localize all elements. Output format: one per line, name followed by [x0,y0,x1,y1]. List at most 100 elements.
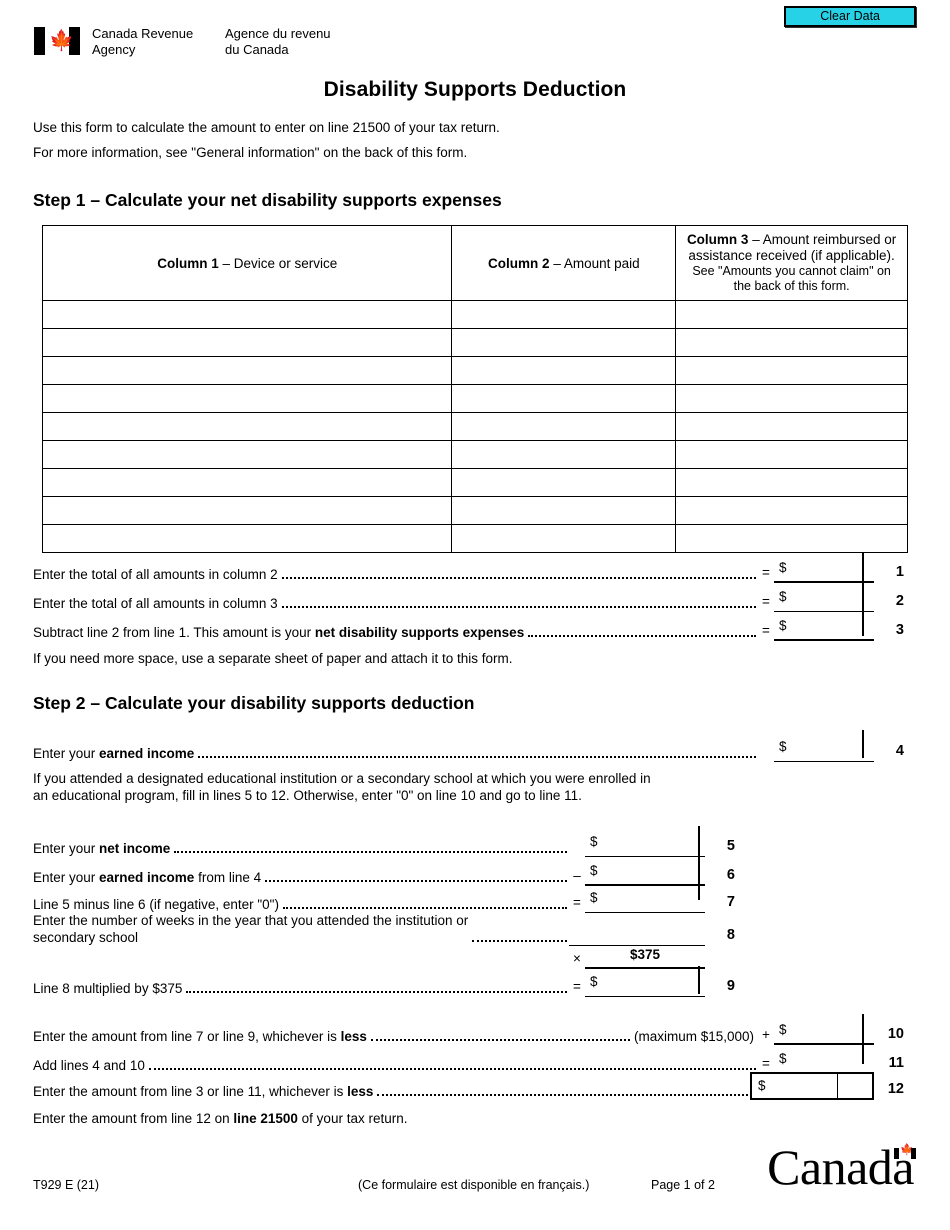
multiplier-value: $375 [629,947,661,962]
expense-cell-col1[interactable] [41,468,453,497]
expense-cell-col1[interactable] [41,356,453,385]
table-row [41,300,908,329]
page-indicator: Page 1 of 2 [651,1178,715,1192]
line-6-dollar-sign: $ [590,863,598,878]
expense-cell-col1[interactable] [41,328,453,357]
expense-cell-col2[interactable] [451,328,677,357]
canada-wordmark-text: Canada [767,1139,914,1195]
expense-cell-col3[interactable] [675,328,908,357]
line-7-number: 7 [726,894,735,910]
line-6-leader [265,880,567,882]
line-2-amount-field[interactable]: $ [774,588,874,612]
line-9-label: Line 8 multiplied by $375 [33,981,183,996]
expense-cell-col3[interactable] [675,440,908,469]
expense-cell-col3[interactable] [675,468,908,497]
table-header-row: Column 1 – Device or service Column 2 – … [41,225,908,301]
line-4-amount-field[interactable]: $ [774,738,874,762]
line-1-number: 1 [895,564,904,580]
line-10-leader [370,1039,630,1041]
line-1-dollar-sign: $ [779,560,787,575]
line-2-row: Enter the total of all amounts in column… [33,588,908,612]
line-9-number: 9 [726,978,735,994]
line-3-label: Subtract line 2 from line 1. This amount… [33,625,525,640]
line-3-dollar-sign: $ [779,618,787,633]
line-12-number: 12 [887,1081,904,1097]
expense-cell-col1[interactable] [41,440,453,469]
line-10-amount-field[interactable]: $ [774,1021,874,1045]
agency-name-fr-line1: Agence du revenu [225,26,331,41]
table-row [41,328,908,357]
expense-cell-col3[interactable] [675,356,908,385]
expense-cell-col1[interactable] [41,300,453,329]
clear-data-button[interactable]: Clear Data [784,6,916,27]
line-1-label: Enter the total of all amounts in column… [33,567,278,582]
line-12-label-bold: less [347,1084,374,1099]
column-3-note-label: See "Amounts you cannot claim" on the ba… [692,264,891,293]
line-7-amount-field[interactable]: $ [585,889,705,913]
line-4-leader [198,756,756,758]
expense-cell-col1[interactable] [41,524,453,553]
expense-cell-col3[interactable] [675,496,908,525]
agency-name-en: Canada Revenue Agency [92,26,225,57]
line-2-leader [281,606,756,608]
line-6-operator: – [573,868,581,883]
line-11-amount-field[interactable]: $ [774,1050,874,1074]
expense-cell-col2[interactable] [451,412,677,441]
line-8-weeks-field[interactable] [569,922,705,946]
more-space-note: If you need more space, use a separate s… [33,651,513,666]
line-5-label-bold: net income [99,841,171,856]
line-1-amount-field[interactable]: $ [774,559,874,583]
agency-name-fr: Agence du revenu du Canada [225,26,331,57]
line-10-row: Enter the amount from line 7 or line 9, … [33,1021,908,1045]
line-5-amount-field[interactable]: $ [585,833,705,857]
line-7-leader [282,907,567,909]
expense-cell-col2[interactable] [451,468,677,497]
line-3-number: 3 [895,622,904,638]
line-12-inner-divider [836,1074,838,1098]
line-9-operator: = [573,979,581,994]
line-8-leader [472,940,567,942]
expense-cell-col3[interactable] [675,412,908,441]
line-6-row: Enter your earned income from line 4 – $… [33,862,739,886]
table-header-column-2: Column 2 – Amount paid [451,225,677,301]
line-4-number: 4 [895,743,904,759]
expense-cell-col2[interactable] [451,496,677,525]
line-3-amount-field[interactable]: $ [774,617,874,641]
final-note-line-ref: line 21500 [233,1111,298,1126]
line-8-number: 8 [726,927,735,943]
multiplier-operator: × [573,951,581,966]
column-2-bold-label: Column 2 [488,255,550,271]
line-6-amount-field[interactable]: $ [585,862,705,886]
line-5-label: Enter your net income [33,841,171,856]
table-header-column-3: Column 3 – Amount reimbursed or assistan… [675,225,908,301]
expense-cell-col2[interactable] [451,300,677,329]
line-12-dollar-sign: $ [758,1078,766,1093]
line-12-amount-box[interactable]: $ [750,1072,874,1100]
line-10-dollar-sign: $ [779,1022,787,1037]
expense-cell-col2[interactable] [451,524,677,553]
line-8-label-line2: secondary school [33,930,139,945]
expense-cell-col3[interactable] [675,524,908,553]
expense-cell-col3[interactable] [675,300,908,329]
expense-cell-col1[interactable] [41,384,453,413]
page-title: Disability Supports Deduction [323,78,627,101]
line-2-dollar-sign: $ [779,589,787,604]
expense-cell-col1[interactable] [41,412,453,441]
line-5-row: Enter your net income $ 5 [33,833,739,857]
line-8-label-line1: Enter the number of weeks in the year th… [33,913,469,928]
line-11-row: Add lines 4 and 10 = $ 11 [33,1050,908,1074]
line-7-row: Line 5 minus line 6 (if negative, enter … [33,889,739,913]
expense-cell-col2[interactable] [451,356,677,385]
canada-flag-icon: 🍁 [34,27,80,55]
expense-cell-col1[interactable] [41,496,453,525]
line-2-label: Enter the total of all amounts in column… [33,596,278,611]
expense-cell-col3[interactable] [675,384,908,413]
line-9-amount-field[interactable]: $ [585,973,705,997]
line-3-operator: = [762,623,770,638]
expenses-table: Column 1 – Device or service Column 2 – … [41,225,908,553]
attendance-note: If you attended a designated educational… [33,770,733,804]
expense-cell-col2[interactable] [451,384,677,413]
expense-cell-col2[interactable] [451,440,677,469]
line-3-leader [528,635,756,637]
form-code: T929 E (21) [33,1178,100,1192]
